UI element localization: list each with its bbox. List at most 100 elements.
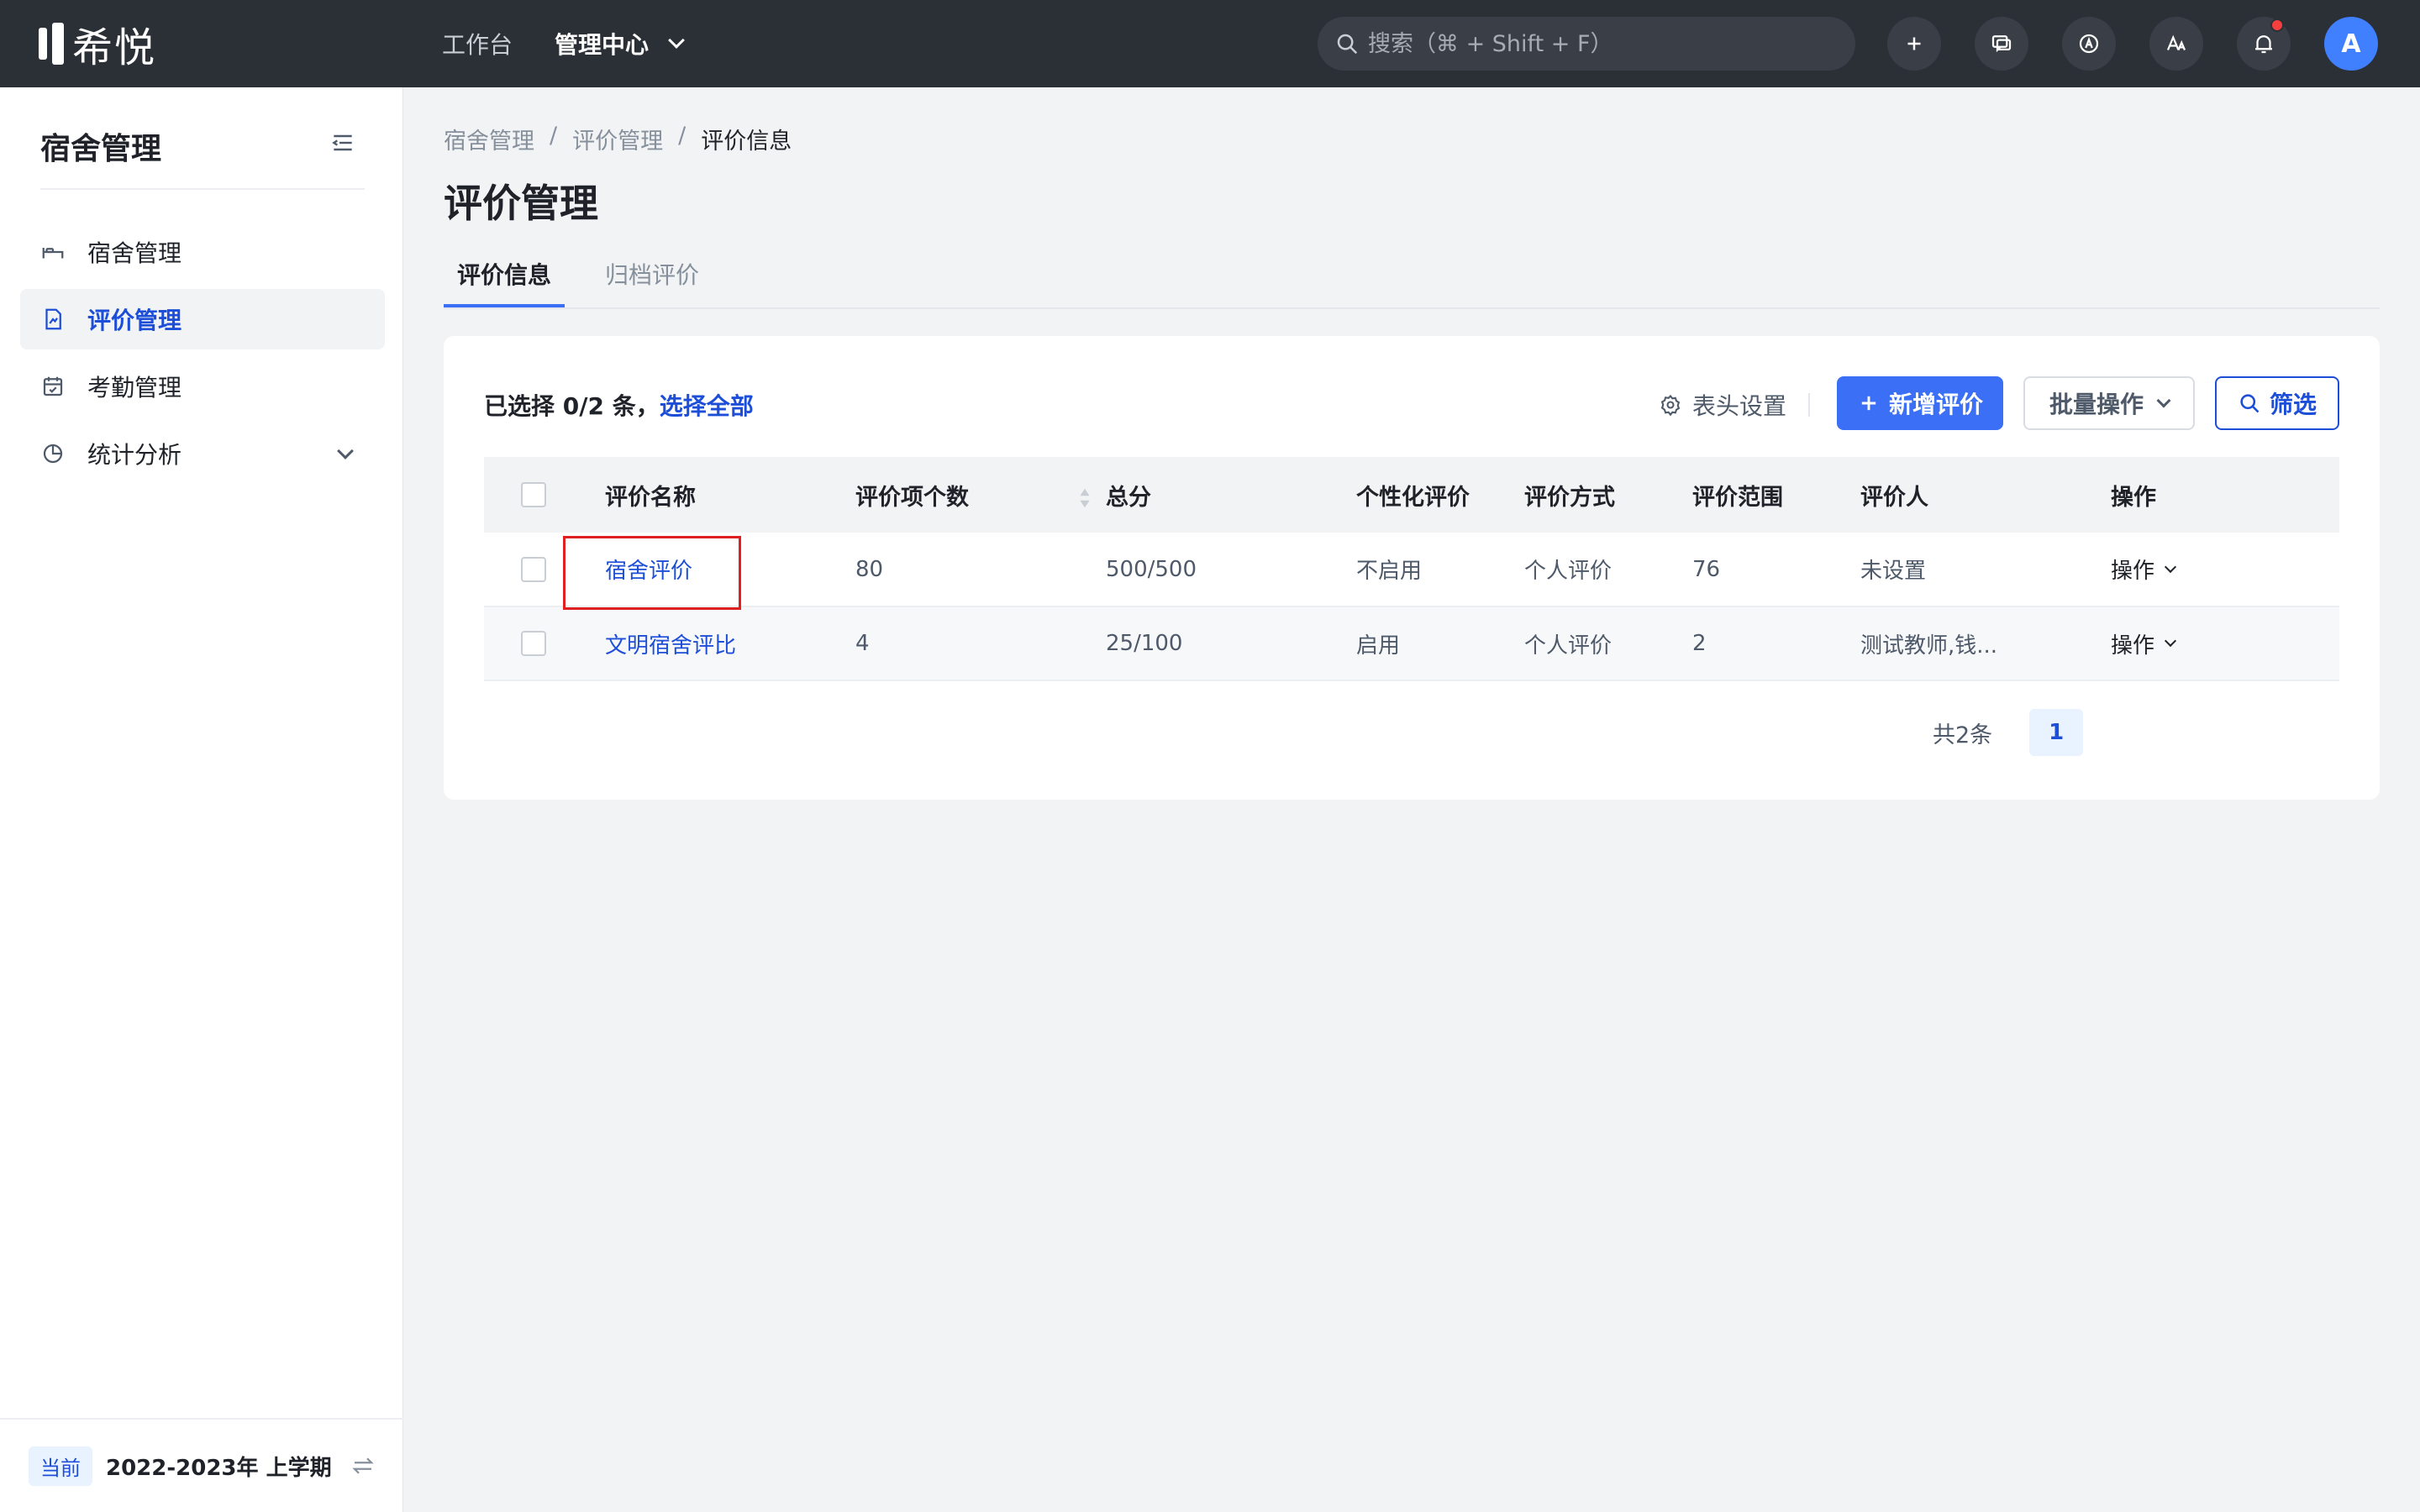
bed-icon <box>42 248 64 259</box>
messages-button[interactable] <box>1975 17 2028 71</box>
plus-icon <box>1861 396 1876 411</box>
row-action-dropdown[interactable]: 操作 <box>2111 554 2339 585</box>
current-term-badge: 当前 <box>29 1446 92 1486</box>
bell-icon <box>2255 35 2272 54</box>
calendar-check-icon <box>43 376 63 396</box>
total-count: 共2条 <box>1933 722 1993 748</box>
select-all-link[interactable]: 选择全部 <box>660 392 754 420</box>
sidebar-menu: 宿舍管理 评价管理 考勤管理 统计分析 <box>20 222 385 491</box>
document-chart-icon <box>45 308 61 330</box>
breadcrumb-separator: / <box>678 123 687 149</box>
collapse-sidebar-icon[interactable] <box>329 131 356 155</box>
chevron-down-icon <box>337 443 354 459</box>
topnav-workbench[interactable]: 工作台 <box>442 27 513 60</box>
sort-icon[interactable] <box>1077 486 1092 510</box>
cell-score: 500/500 <box>1106 556 1197 582</box>
cell-scope: 76 <box>1692 556 1721 582</box>
search-icon <box>2240 394 2260 413</box>
cell-personalized: 启用 <box>1356 633 1401 659</box>
row-checkbox[interactable] <box>521 631 546 656</box>
selection-count: 已选择 0/2 条， <box>484 392 660 420</box>
cell-evaluator: 测试教师,钱... <box>1860 633 1998 659</box>
apps-button[interactable] <box>2062 17 2116 71</box>
tab-evaluation-info[interactable]: 评价信息 <box>457 257 551 291</box>
cell-evaluator: 未设置 <box>1860 559 1927 584</box>
table-header-row: 评价名称 评价项个数 总分 个性化评价 评价方式 评价范围 评价人 操作 <box>484 457 2339 533</box>
row-checkbox[interactable] <box>521 556 546 582</box>
top-bar: 希悦 工作台 管理中心 A <box>0 0 2420 87</box>
sidebar-title: 宿舍管理 <box>40 132 162 166</box>
current-term: 2022-2023年 上学期 <box>106 1455 332 1481</box>
chevron-down-icon <box>668 32 685 49</box>
global-search[interactable] <box>1318 17 1855 71</box>
language-button[interactable] <box>2149 17 2203 71</box>
column-header-scope: 评价范围 <box>1692 484 1783 511</box>
top-nav: 工作台 管理中心 <box>442 0 685 87</box>
gear-icon <box>1660 394 1681 417</box>
chevron-down-icon <box>2164 634 2177 648</box>
add-evaluation-button[interactable]: 新增评价 <box>1837 376 2003 430</box>
page-number-1[interactable]: 1 <box>2029 709 2084 756</box>
cell-score: 25/100 <box>1106 631 1183 656</box>
topnav-management-center[interactable]: 管理中心 <box>555 27 685 60</box>
logo-text: 希悦 <box>72 24 157 71</box>
chevron-down-icon <box>2164 560 2177 573</box>
breadcrumb: 宿舍管理 / 评价管理 / 评价信息 <box>444 123 792 155</box>
message-icon <box>1991 35 2012 53</box>
evaluation-name-link[interactable]: 文明宿舍评比 <box>605 633 736 659</box>
header-settings-button[interactable]: 表头设置 <box>1659 388 1786 422</box>
notifications-button[interactable] <box>2237 17 2291 71</box>
sidebar-item-dorm[interactable]: 宿舍管理 <box>20 222 385 282</box>
sidebar-item-attendance[interactable]: 考勤管理 <box>20 356 385 417</box>
column-header-action: 操作 <box>2111 484 2156 511</box>
table-row: 宿舍评价 80 500/500 不启用 个人评价 76 未设置 操作 <box>484 533 2339 606</box>
switch-term-icon[interactable] <box>350 1453 376 1478</box>
app-logo[interactable]: 希悦 <box>39 22 156 71</box>
batch-operation-button[interactable]: 批量操作 <box>2023 376 2195 430</box>
evaluation-table: 评价名称 评价项个数 总分 个性化评价 评价方式 评价范围 评价人 操作 宿舍评… <box>484 457 2339 681</box>
tab-archived-evaluation[interactable]: 归档评价 <box>605 257 699 291</box>
column-header-evaluator: 评价人 <box>1860 484 1928 511</box>
cell-personalized: 不启用 <box>1356 559 1423 584</box>
sidebar-divider <box>40 188 365 190</box>
search-input[interactable] <box>1368 30 1839 57</box>
selection-info: 已选择 0/2 条，选择全部 <box>484 388 754 422</box>
sidebar-item-evaluation[interactable]: 评价管理 <box>20 289 385 349</box>
cell-item-count: 80 <box>855 556 884 582</box>
cell-scope: 2 <box>1692 631 1707 656</box>
filter-button[interactable]: 筛选 <box>2215 376 2339 430</box>
cell-method: 个人评价 <box>1524 559 1612 584</box>
column-header-method: 评价方式 <box>1524 484 1615 511</box>
active-tab-indicator <box>444 304 565 307</box>
tab-bar: 评价信息 归档评价 <box>444 249 2380 309</box>
add-button[interactable] <box>1887 17 1941 71</box>
page-title: 评价管理 <box>444 181 598 226</box>
breadcrumb-dorm[interactable]: 宿舍管理 <box>444 123 534 155</box>
cell-item-count: 4 <box>855 631 870 656</box>
row-action-dropdown[interactable]: 操作 <box>2111 628 2339 659</box>
highlight-box <box>563 536 741 610</box>
column-header-name: 评价名称 <box>605 484 696 511</box>
column-header-item-count[interactable]: 评价项个数 <box>855 457 1106 533</box>
toolbar-divider <box>1808 393 1810 417</box>
avatar[interactable]: A <box>2324 17 2378 71</box>
select-all-checkbox[interactable] <box>521 482 546 507</box>
column-header-personalized: 个性化评价 <box>1356 484 1470 511</box>
pie-chart-icon <box>43 444 63 464</box>
column-header-score: 总分 <box>1106 484 1151 511</box>
notification-dot <box>2270 18 2284 32</box>
chevron-down-icon <box>2156 393 2171 408</box>
search-icon <box>1337 34 1358 55</box>
cell-method: 个人评价 <box>1524 633 1612 659</box>
app-icon <box>2079 34 2099 54</box>
table-row: 文明宿舍评比 4 25/100 启用 个人评价 2 测试教师,钱... 操作 <box>484 606 2339 680</box>
logo-mark-icon <box>39 23 64 65</box>
plus-icon <box>1907 37 1921 50</box>
term-footer: 当前 2022-2023年 上学期 <box>0 1418 403 1512</box>
breadcrumb-separator: / <box>550 123 558 149</box>
pagination: 共2条 1 <box>1933 709 2084 756</box>
sidebar-item-statistics[interactable]: 统计分析 <box>20 423 385 484</box>
breadcrumb-evaluation[interactable]: 评价管理 <box>572 123 663 155</box>
sidebar: 宿舍管理 宿舍管理 评价管理 考勤管理 统计分析 当前 2022-2023年 上… <box>0 87 403 1512</box>
breadcrumb-current: 评价信息 <box>701 129 792 155</box>
